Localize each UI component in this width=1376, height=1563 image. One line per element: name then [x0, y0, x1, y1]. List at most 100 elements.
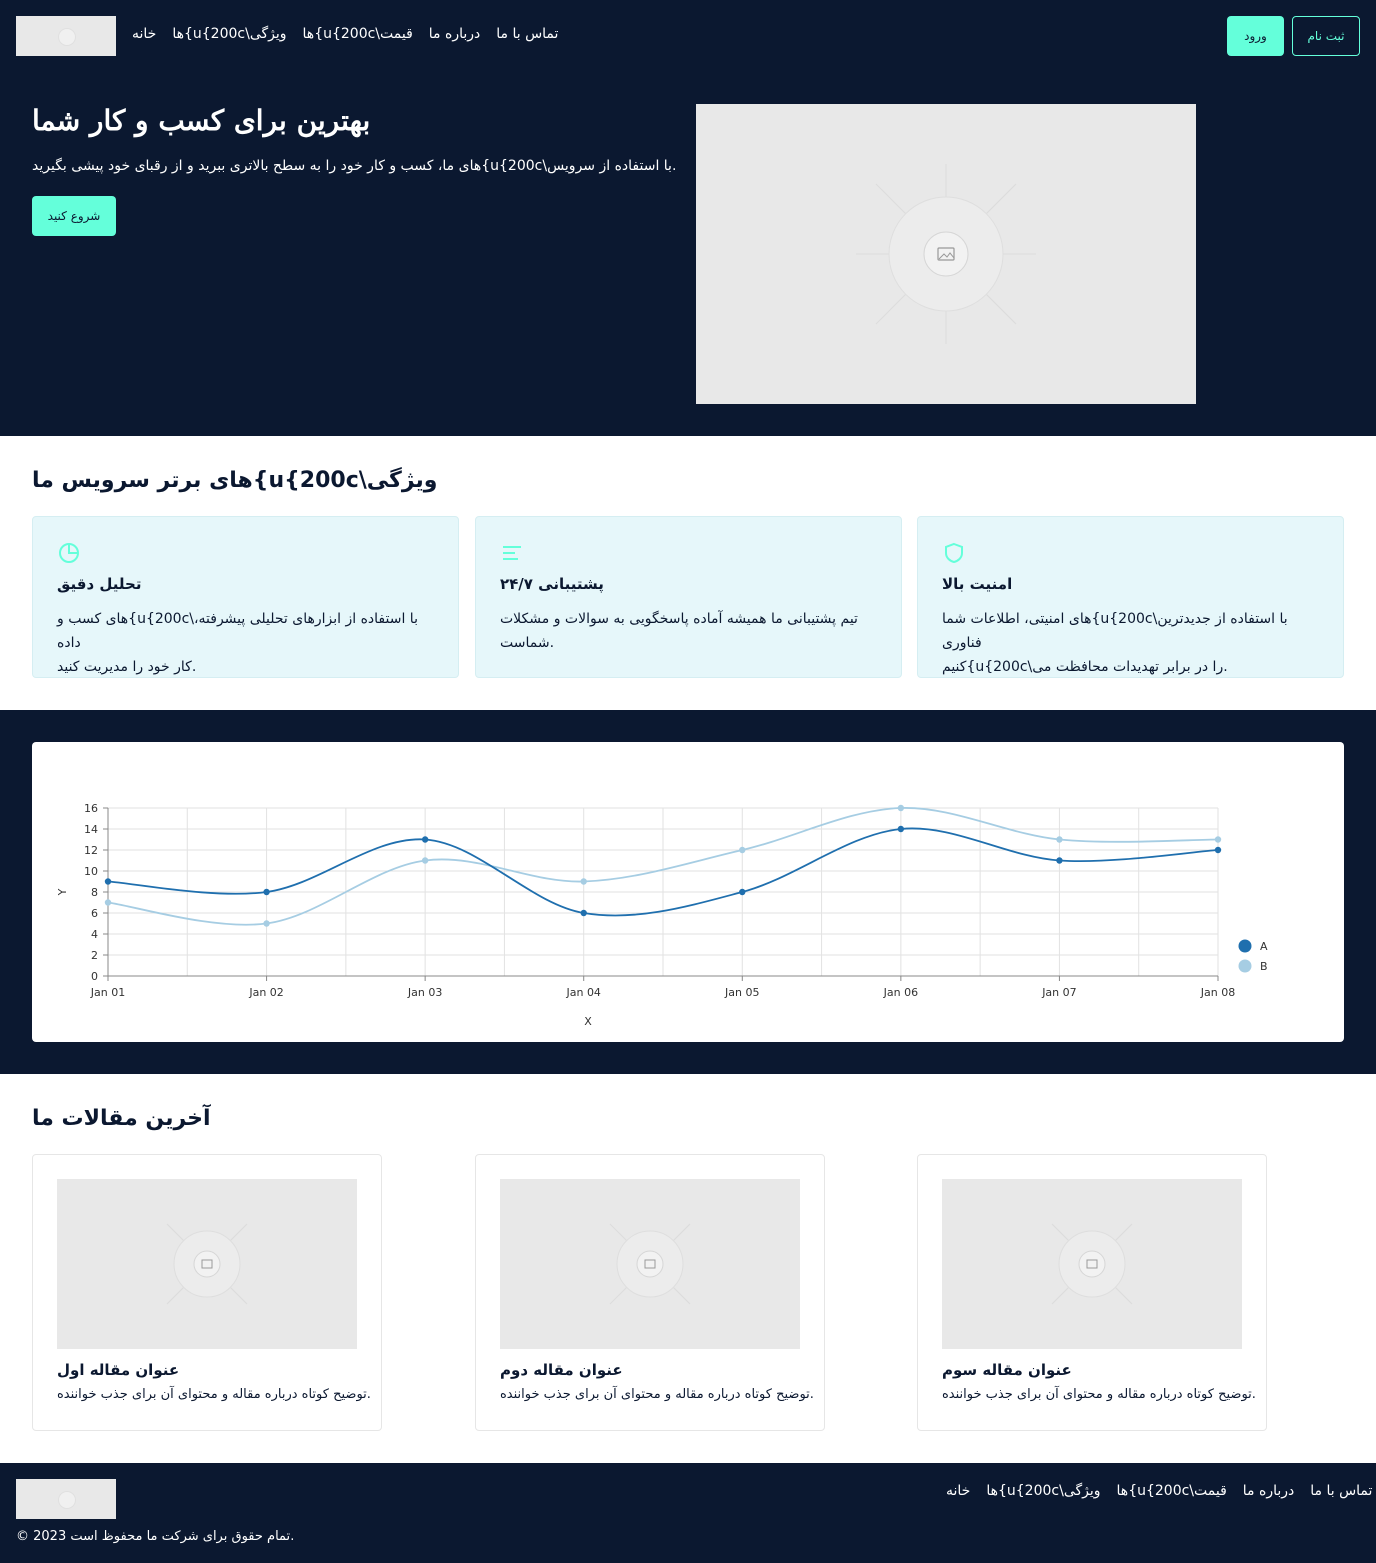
footer-link-features[interactable]: ها{u{200c\ویژگی [986, 1483, 1100, 1499]
data-point-B [1214, 836, 1222, 843]
legend-label-B: B [1260, 960, 1268, 973]
footer: خانه ها{u{200c\ویژگی ها{u{200c\قیمت دربا… [0, 1463, 1376, 1563]
nav-link-pricing[interactable]: ها{u{200c\قیمت [303, 26, 413, 42]
data-point-A [1214, 846, 1222, 854]
feature-description: های امنیتی، اطلاعات شما{u{200c\با استفاد… [942, 607, 1322, 679]
image-placeholder-icon [166, 1223, 248, 1305]
data-point-A [104, 878, 112, 885]
data-point-B [104, 899, 112, 906]
footer-link-home[interactable]: خانه [946, 1483, 970, 1499]
data-point-B [897, 804, 905, 812]
hero-section: بهترین برای کسب و کار شما های ما، کسب و … [0, 72, 1376, 436]
chart-section: 0 2 4 6 8 10 12 14 16 Jan 01 Jan 02 Jan 03 Jan 04 Jan… [0, 710, 1376, 1074]
line-chart: 0 2 4 6 8 10 12 14 16 Jan 01 Jan 02 Jan 03 Jan 04 Jan… [56, 802, 1268, 1028]
image-placeholder-icon [1051, 1223, 1133, 1305]
article-description: توضیح کوتاه درباره مقاله و محتوای آن برا… [500, 1387, 814, 1402]
footer-link-pricing[interactable]: ها{u{200c\قیمت [1117, 1483, 1227, 1499]
x-tick-label: Jan 08 [1200, 986, 1235, 999]
article-card[interactable]: عنوان مقاله اول توضیح کوتاه درباره مقاله… [32, 1154, 382, 1431]
x-tick-label: Jan 02 [248, 986, 283, 999]
feature-card-support: پشتیبانی ۲۴/۷ تیم پشتیبانی ما همیشه آماد… [475, 516, 902, 678]
feature-title: تحلیل دقیق [57, 575, 142, 593]
feature-desc-line: تیم پشتیبانی ما همیشه آماده پاسخگویی به … [500, 611, 858, 627]
feature-desc-line: های امنیتی، اطلاعات شما{u{200c\با استفاد… [942, 611, 1288, 651]
hero-image [696, 104, 1196, 404]
data-point-B [739, 846, 746, 854]
nav-links: خانه ها{u{200c\ویژگی ها{u{200c\قیمت دربا… [132, 26, 558, 42]
text-lines-icon [503, 546, 521, 560]
article-image [500, 1179, 800, 1349]
data-point-A [739, 888, 746, 896]
x-tick-label: Jan 07 [1041, 986, 1076, 999]
login-button[interactable]: ورود [1227, 16, 1284, 56]
article-description: توضیح کوتاه درباره مقاله و محتوای آن برا… [942, 1387, 1256, 1402]
chart-card: 0 2 4 6 8 10 12 14 16 Jan 01 Jan 02 Jan 03 Jan 04 Jan… [32, 742, 1344, 1042]
y-tick-label: 8 [91, 886, 98, 899]
image-placeholder-icon [609, 1223, 691, 1305]
get-started-button[interactable]: شروع کنید [32, 196, 116, 236]
hero-subtitle: های ما، کسب و کار خود را به سطح بالاتری … [32, 158, 677, 174]
x-tick-label: Jan 04 [565, 986, 600, 999]
hero-title: بهترین برای کسب و کار شما [32, 104, 371, 137]
footer-link-about[interactable]: درباره ما [1243, 1483, 1294, 1499]
y-tick-label: 0 [91, 970, 98, 983]
data-point-A [421, 836, 429, 843]
data-point-B [263, 920, 270, 927]
logo[interactable] [16, 16, 116, 56]
y-tick-label: 6 [91, 907, 98, 920]
data-point-B [421, 857, 429, 864]
legend-marker-A [1238, 939, 1252, 953]
pie-chart-icon [59, 543, 79, 563]
y-tick-label: 16 [84, 802, 98, 815]
articles-section: آخرین مقالات ما عنوان مقاله اول توضیح کو… [0, 1074, 1376, 1463]
article-description: توضیح کوتاه درباره مقاله و محتوای آن برا… [57, 1387, 371, 1402]
data-point-A [580, 909, 587, 917]
features-title: های برتر سرویس ما{u{200c\ویژگی [32, 468, 438, 493]
y-tick-label: 4 [91, 928, 98, 941]
articles-title: آخرین مقالات ما [32, 1106, 211, 1131]
article-title[interactable]: عنوان مقاله سوم [942, 1361, 1072, 1379]
data-point-B [580, 878, 587, 885]
x-axis-label: X [584, 1015, 592, 1028]
article-card[interactable]: عنوان مقاله دوم توضیح کوتاه درباره مقاله… [475, 1154, 825, 1431]
feature-card-security: امنیت بالا های امنیتی، اطلاعات شما{u{200… [917, 516, 1344, 678]
nav-link-contact[interactable]: تماس با ما [496, 26, 558, 42]
x-tick-label: Jan 03 [407, 986, 442, 999]
feature-desc-line: کنیم{u{200c\را در برابر تهدیدات محافظت م… [942, 659, 1228, 675]
x-tick-label: Jan 01 [90, 986, 125, 999]
image-placeholder-icon [856, 164, 1036, 344]
feature-desc-line: شماست. [500, 635, 555, 651]
feature-desc-line: های کسب و{u{200c\با استفاده از ابزارهای … [57, 611, 418, 651]
nav-link-features[interactable]: ها{u{200c\ویژگی [172, 26, 286, 42]
data-point-A [1056, 857, 1063, 864]
legend-label-A: A [1260, 940, 1268, 953]
data-point-B [1056, 836, 1063, 843]
article-title[interactable]: عنوان مقاله اول [57, 1361, 179, 1379]
y-tick-label: 14 [84, 823, 98, 836]
data-point-A [897, 825, 905, 833]
feature-title: پشتیبانی ۲۴/۷ [500, 575, 604, 593]
article-title[interactable]: عنوان مقاله دوم [500, 1361, 623, 1379]
footer-logo[interactable] [16, 1479, 116, 1519]
nav-link-home[interactable]: خانه [132, 26, 156, 42]
feature-description: های کسب و{u{200c\با استفاده از ابزارهای … [57, 607, 437, 679]
feature-desc-line: کار خود را مدیریت کنید. [57, 659, 197, 675]
signup-button[interactable]: ثبت نام [1292, 16, 1360, 56]
y-tick-label: 2 [91, 949, 98, 962]
feature-description: تیم پشتیبانی ما همیشه آماده پاسخگویی به … [500, 607, 880, 655]
feature-title: امنیت بالا [942, 575, 1013, 593]
copyright-text: © 2023 تمام حقوق برای شرکت ما محفوظ است. [16, 1529, 295, 1544]
features-section: های برتر سرویس ما{u{200c\ویژگی تحلیل دقی… [0, 436, 1376, 710]
article-image [942, 1179, 1242, 1349]
shield-icon [945, 542, 963, 564]
x-tick-label: Jan 06 [883, 986, 918, 999]
y-axis-label: Y [56, 888, 69, 896]
data-point-A [263, 888, 270, 896]
y-tick-label: 10 [84, 865, 98, 878]
article-card[interactable]: عنوان مقاله سوم توضیح کوتاه درباره مقاله… [917, 1154, 1267, 1431]
article-image [57, 1179, 357, 1349]
footer-links: خانه ها{u{200c\ویژگی ها{u{200c\قیمت دربا… [946, 1483, 1372, 1499]
nav-link-about[interactable]: درباره ما [429, 26, 480, 42]
footer-link-contact[interactable]: تماس با ما [1310, 1483, 1372, 1499]
top-navbar: خانه ها{u{200c\ویژگی ها{u{200c\قیمت دربا… [0, 0, 1376, 72]
